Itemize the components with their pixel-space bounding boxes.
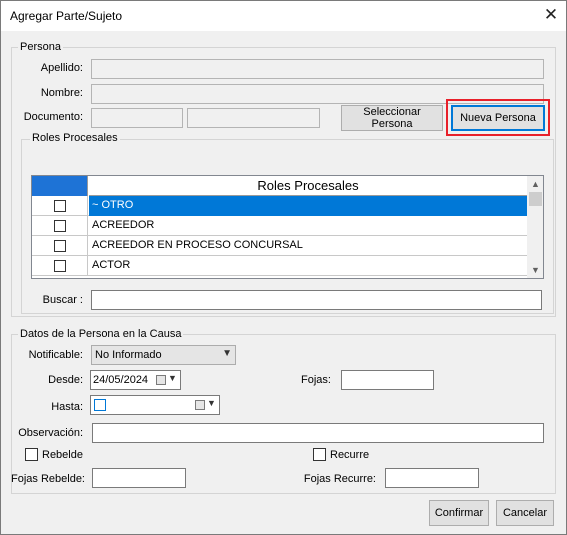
- chevron-down-icon[interactable]: ▼: [168, 373, 177, 383]
- table-row[interactable]: ACREEDOR: [32, 216, 527, 236]
- desde-value: 24/05/2024: [93, 374, 149, 386]
- fojas-recurre-label: Fojas Recurre:: [303, 473, 376, 485]
- seleccionar-persona-button[interactable]: Seleccionar Persona: [341, 105, 443, 131]
- grid-header-check-column[interactable]: [32, 176, 88, 196]
- buscar-label: Buscar :: [42, 294, 83, 306]
- table-row[interactable]: ACTOR: [32, 256, 527, 276]
- roles-grid: Roles Procesales ~ OTRO ACREEDOR ACREEDO…: [31, 175, 544, 279]
- row-check-cell: [32, 196, 88, 216]
- calendar-icon[interactable]: [195, 400, 205, 410]
- selected-row-bg: [89, 196, 527, 216]
- recurre-checkbox[interactable]: [313, 448, 326, 461]
- row-checkbox[interactable]: [54, 220, 66, 232]
- buscar-input[interactable]: [91, 290, 542, 310]
- grid-header: Roles Procesales: [32, 176, 527, 196]
- fojas-rebelde-input[interactable]: [92, 468, 186, 488]
- close-icon[interactable]: ✕: [538, 3, 564, 29]
- desde-label: Desde:: [48, 374, 83, 386]
- notificable-select[interactable]: No Informado ▼: [91, 345, 236, 365]
- apellido-label: Apellido:: [40, 62, 83, 74]
- row-label: ~ OTRO: [92, 199, 134, 211]
- documento-type-field[interactable]: [91, 108, 183, 128]
- nueva-persona-button[interactable]: Nueva Persona: [451, 105, 545, 131]
- chevron-down-icon: ▼: [222, 348, 232, 359]
- row-check-cell: [32, 236, 88, 256]
- datos-legend: Datos de la Persona en la Causa: [18, 328, 184, 340]
- grid-header-title[interactable]: Roles Procesales: [89, 176, 527, 196]
- rebelde-label[interactable]: Rebelde: [42, 449, 83, 461]
- row-checkbox[interactable]: [54, 200, 66, 212]
- hasta-checkbox[interactable]: [94, 399, 106, 411]
- row-label: ACREEDOR EN PROCESO CONCURSAL: [92, 239, 303, 251]
- apellido-field[interactable]: [91, 59, 544, 79]
- window-title: Agregar Parte/Sujeto: [10, 9, 123, 23]
- observacion-input[interactable]: [92, 423, 544, 443]
- notificable-value: No Informado: [95, 349, 162, 361]
- observacion-label: Observación:: [18, 427, 83, 439]
- row-label: ACREEDOR: [92, 219, 155, 231]
- fojas-input[interactable]: [341, 370, 434, 390]
- roles-legend: Roles Procesales: [30, 132, 120, 144]
- hasta-date-picker[interactable]: ▼: [90, 395, 220, 415]
- row-label: ACTOR: [92, 259, 131, 271]
- cancelar-button[interactable]: Cancelar: [496, 500, 554, 526]
- confirmar-button[interactable]: Confirmar: [429, 500, 489, 526]
- scroll-down-icon[interactable]: ▼: [527, 262, 543, 278]
- recurre-label[interactable]: Recurre: [330, 449, 369, 461]
- grid-scrollbar[interactable]: ▲ ▼: [527, 176, 543, 278]
- documento-number-field[interactable]: [187, 108, 320, 128]
- nombre-label: Nombre:: [40, 87, 83, 99]
- notificable-label: Notificable:: [28, 349, 83, 361]
- fojas-recurre-input[interactable]: [385, 468, 479, 488]
- row-check-cell: [32, 256, 88, 276]
- row-checkbox[interactable]: [54, 240, 66, 252]
- row-checkbox[interactable]: [54, 260, 66, 272]
- title-bar: Agregar Parte/Sujeto ✕: [1, 1, 566, 31]
- hasta-label: Hasta:: [51, 401, 83, 413]
- row-check-cell: [32, 216, 88, 236]
- persona-legend: Persona: [18, 41, 63, 53]
- chevron-down-icon[interactable]: ▼: [207, 398, 216, 408]
- scroll-up-icon[interactable]: ▲: [527, 176, 543, 192]
- documento-label: Documento:: [23, 111, 83, 123]
- table-row[interactable]: ACREEDOR EN PROCESO CONCURSAL: [32, 236, 527, 256]
- fojas-rebelde-label: Fojas Rebelde:: [11, 473, 85, 485]
- dialog-window: Agregar Parte/Sujeto ✕ Persona Apellido:…: [0, 0, 567, 535]
- desde-date-picker[interactable]: 24/05/2024 ▼: [90, 370, 181, 390]
- scroll-thumb[interactable]: [529, 192, 542, 206]
- calendar-icon[interactable]: [156, 375, 166, 385]
- table-row[interactable]: ~ OTRO: [32, 196, 527, 216]
- fojas-label: Fojas:: [301, 374, 331, 386]
- rebelde-checkbox[interactable]: [25, 448, 38, 461]
